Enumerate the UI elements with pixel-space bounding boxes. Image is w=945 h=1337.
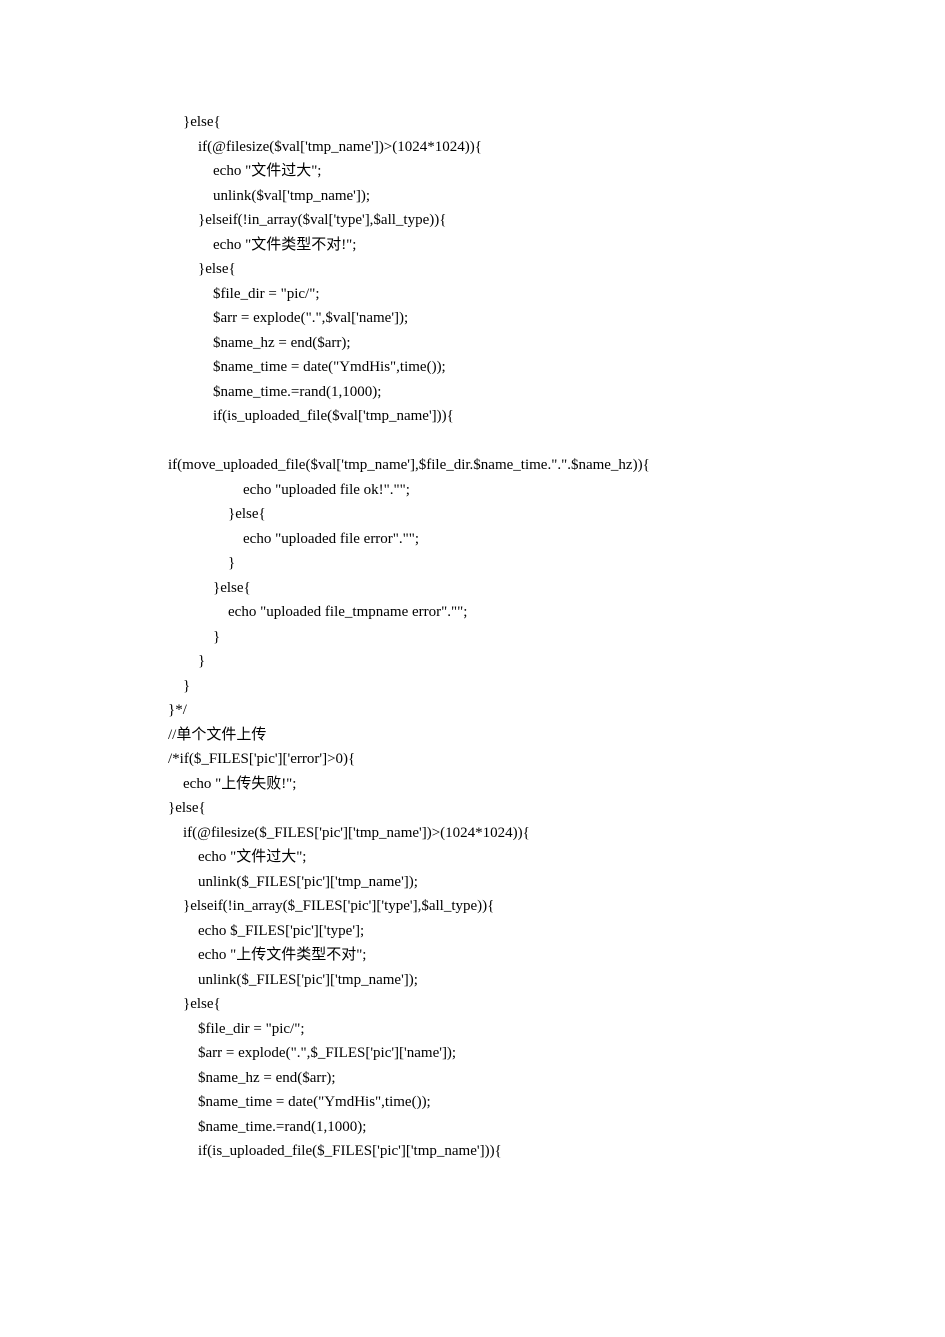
code-line: if(is_uploaded_file($_FILES['pic']['tmp_… [168,1139,945,1164]
code-line: unlink($_FILES['pic']['tmp_name']); [168,870,945,895]
code-line: }*/ [168,698,945,723]
code-line: $file_dir = "pic/"; [168,1017,945,1042]
code-line: }elseif(!in_array($val['type'],$all_type… [168,208,945,233]
code-line: if(is_uploaded_file($val['tmp_name'])){ [168,404,945,429]
code-line: }else{ [168,110,945,135]
code-line: $name_time = date("YmdHis",time()); [168,1090,945,1115]
code-line: unlink($_FILES['pic']['tmp_name']); [168,968,945,993]
code-line: }else{ [168,576,945,601]
code-line: $name_hz = end($arr); [168,1066,945,1091]
code-line: } [168,625,945,650]
code-line: $name_hz = end($arr); [168,331,945,356]
code-line: echo "uploaded file error".""; [168,527,945,552]
code-line: unlink($val['tmp_name']); [168,184,945,209]
code-line: $name_time.=rand(1,1000); [168,1115,945,1140]
code-line: $name_time = date("YmdHis",time()); [168,355,945,380]
code-line: //单个文件上传 [168,723,945,748]
code-line: }else{ [168,502,945,527]
code-line: echo "文件过大"; [168,845,945,870]
code-line: echo "上传失败!"; [168,772,945,797]
code-line: echo "uploaded file_tmpname error".""; [168,600,945,625]
code-line: }elseif(!in_array($_FILES['pic']['type']… [168,894,945,919]
code-line: echo $_FILES['pic']['type']; [168,919,945,944]
code-line: if(move_uploaded_file($val['tmp_name'],$… [168,453,945,478]
code-line: $arr = explode(".",$_FILES['pic']['name'… [168,1041,945,1066]
code-line: echo "uploaded file ok!".""; [168,478,945,503]
code-line: echo "文件过大"; [168,159,945,184]
code-line: } [168,649,945,674]
code-line: }else{ [168,992,945,1017]
code-line: } [168,674,945,699]
code-line: echo "上传文件类型不对"; [168,943,945,968]
code-line: }else{ [168,257,945,282]
code-line: $file_dir = "pic/"; [168,282,945,307]
code-line [168,429,945,454]
code-line: $name_time.=rand(1,1000); [168,380,945,405]
code-line: $arr = explode(".",$val['name']); [168,306,945,331]
document-page: }else{ if(@filesize($val['tmp_name'])>(1… [0,0,945,1337]
code-line: if(@filesize($_FILES['pic']['tmp_name'])… [168,821,945,846]
code-line: /*if($_FILES['pic']['error']>0){ [168,747,945,772]
code-line: } [168,551,945,576]
code-line: }else{ [168,796,945,821]
code-line: echo "文件类型不对!"; [168,233,945,258]
code-line: if(@filesize($val['tmp_name'])>(1024*102… [168,135,945,160]
code-block: }else{ if(@filesize($val['tmp_name'])>(1… [168,110,945,1164]
